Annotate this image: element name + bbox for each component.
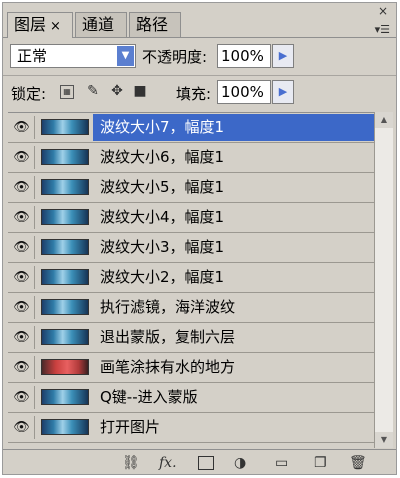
layer-thumbnail xyxy=(41,359,89,375)
layer-row[interactable]: 👁 波纹大小2，幅度1 xyxy=(8,263,374,293)
eye-icon[interactable]: 👁 xyxy=(9,326,35,349)
layer-thumbnail xyxy=(41,119,89,135)
lock-move-icon[interactable]: ✥ xyxy=(109,83,125,99)
layer-name: 执行滤镜，海洋波纹 xyxy=(100,298,236,316)
layer-row[interactable]: 👁 波纹大小7，幅度1 xyxy=(8,113,374,143)
layer-row[interactable]: 👁 退出蒙版，复制六层 xyxy=(8,323,374,353)
lock-label: 锁定: xyxy=(11,85,47,103)
layer-name: 波纹大小7，幅度1 xyxy=(93,114,374,141)
lock-all-icon[interactable]: ■ xyxy=(132,83,148,99)
eye-icon[interactable]: 👁 xyxy=(9,206,35,229)
blend-mode-value: 正常 xyxy=(17,47,48,65)
tab-paths[interactable]: 路径 xyxy=(129,12,181,37)
opacity-arrow-button[interactable]: ▶ xyxy=(272,44,294,68)
layer-thumbnail xyxy=(41,149,89,165)
eye-icon[interactable]: 👁 xyxy=(9,356,35,379)
layers-panel: 图层 × 通道 路径 × ▾☰ 正常 ▼ 不透明度: 100% ▶ 锁定: ▦ ✎… xyxy=(2,2,397,475)
panel-close-icon[interactable]: × xyxy=(378,4,388,18)
eye-icon[interactable]: 👁 xyxy=(9,146,35,169)
lock-transparent-icon[interactable]: ▦ xyxy=(60,85,74,99)
new-layer-icon[interactable]: ❐ xyxy=(314,455,327,471)
trash-icon[interactable]: 🗑 xyxy=(349,455,367,471)
layer-thumbnail xyxy=(41,239,89,255)
layer-row[interactable]: 👁 波纹大小4，幅度1 xyxy=(8,203,374,233)
layer-name: 画笔涂抹有水的地方 xyxy=(100,358,236,376)
layer-row[interactable]: 👁 画笔涂抹有水的地方 xyxy=(8,353,374,383)
adjustment-layer-icon[interactable]: ◑ xyxy=(234,455,246,471)
layers-bottom-bar: ⛓ fx. ◑ ▭ ❐ 🗑 xyxy=(3,449,396,475)
layer-thumbnail xyxy=(41,299,89,315)
layers-list: 👁 波纹大小7，幅度1 👁 波纹大小6，幅度1 👁 波纹大小5，幅度1 👁 波纹… xyxy=(8,112,374,449)
eye-icon[interactable]: 👁 xyxy=(9,296,35,319)
eye-icon[interactable]: 👁 xyxy=(9,116,35,139)
tab-paths-label: 路径 xyxy=(136,15,169,34)
scroll-down-icon[interactable]: ▼ xyxy=(375,432,393,448)
layer-name: 退出蒙版，复制六层 xyxy=(100,328,236,346)
divider xyxy=(3,75,396,76)
scroll-up-icon[interactable]: ▲ xyxy=(375,112,393,128)
layer-name: Q键--进入蒙版 xyxy=(100,388,198,406)
blend-mode-select[interactable]: 正常 ▼ xyxy=(10,44,136,68)
fill-label: 填充: xyxy=(176,85,212,103)
eye-icon[interactable]: 👁 xyxy=(9,386,35,409)
tab-channels[interactable]: 通道 xyxy=(75,12,127,37)
lock-brush-icon[interactable]: ✎ xyxy=(85,83,101,99)
layer-row[interactable]: 👁 波纹大小6，幅度1 xyxy=(8,143,374,173)
eye-icon[interactable]: 👁 xyxy=(9,266,35,289)
panel-menu-icon[interactable]: ▾☰ xyxy=(375,23,390,36)
layer-row[interactable]: 👁 Q键--进入蒙版 xyxy=(8,383,374,413)
fill-arrow-button[interactable]: ▶ xyxy=(272,80,294,104)
layers-scrollbar[interactable]: ▲ ▼ xyxy=(374,112,393,448)
layer-name: 波纹大小4，幅度1 xyxy=(100,208,225,226)
eye-icon[interactable]: 👁 xyxy=(9,176,35,199)
close-tab-icon[interactable]: × xyxy=(50,19,61,34)
add-mask-icon[interactable] xyxy=(198,456,214,470)
folder-icon[interactable]: ▭ xyxy=(275,455,288,471)
layer-name: 波纹大小6，幅度1 xyxy=(100,148,225,166)
link-layers-icon[interactable]: ⛓ xyxy=(122,455,140,471)
tab-channels-label: 通道 xyxy=(82,15,115,34)
layer-name: 波纹大小3，幅度1 xyxy=(100,238,225,256)
fill-input[interactable]: 100% xyxy=(217,80,271,104)
eye-icon[interactable]: 👁 xyxy=(9,416,35,439)
layer-row[interactable]: 👁 打开图片 xyxy=(8,413,374,443)
tab-layers[interactable]: 图层 × xyxy=(7,12,73,38)
layer-thumbnail xyxy=(41,209,89,225)
layer-row[interactable]: 👁 波纹大小3，幅度1 xyxy=(8,233,374,263)
layer-name: 打开图片 xyxy=(100,418,161,436)
layer-name: 波纹大小2，幅度1 xyxy=(100,268,225,286)
layer-name: 波纹大小5，幅度1 xyxy=(100,178,225,196)
layer-thumbnail xyxy=(41,329,89,345)
layer-row[interactable]: 👁 执行滤镜，海洋波纹 xyxy=(8,293,374,323)
eye-icon[interactable]: 👁 xyxy=(9,236,35,259)
chevron-down-icon[interactable]: ▼ xyxy=(117,46,134,66)
layer-thumbnail xyxy=(41,269,89,285)
tab-layers-label: 图层 xyxy=(14,15,47,34)
layer-thumbnail xyxy=(41,389,89,405)
opacity-input[interactable]: 100% xyxy=(217,44,271,68)
tab-bar: 图层 × 通道 路径 × ▾☰ xyxy=(3,3,396,38)
layer-thumbnail xyxy=(41,179,89,195)
opacity-label: 不透明度: xyxy=(142,48,208,66)
layer-thumbnail xyxy=(41,419,89,435)
layer-row[interactable]: 👁 波纹大小5，幅度1 xyxy=(8,173,374,203)
fx-icon[interactable]: fx. xyxy=(159,455,177,471)
